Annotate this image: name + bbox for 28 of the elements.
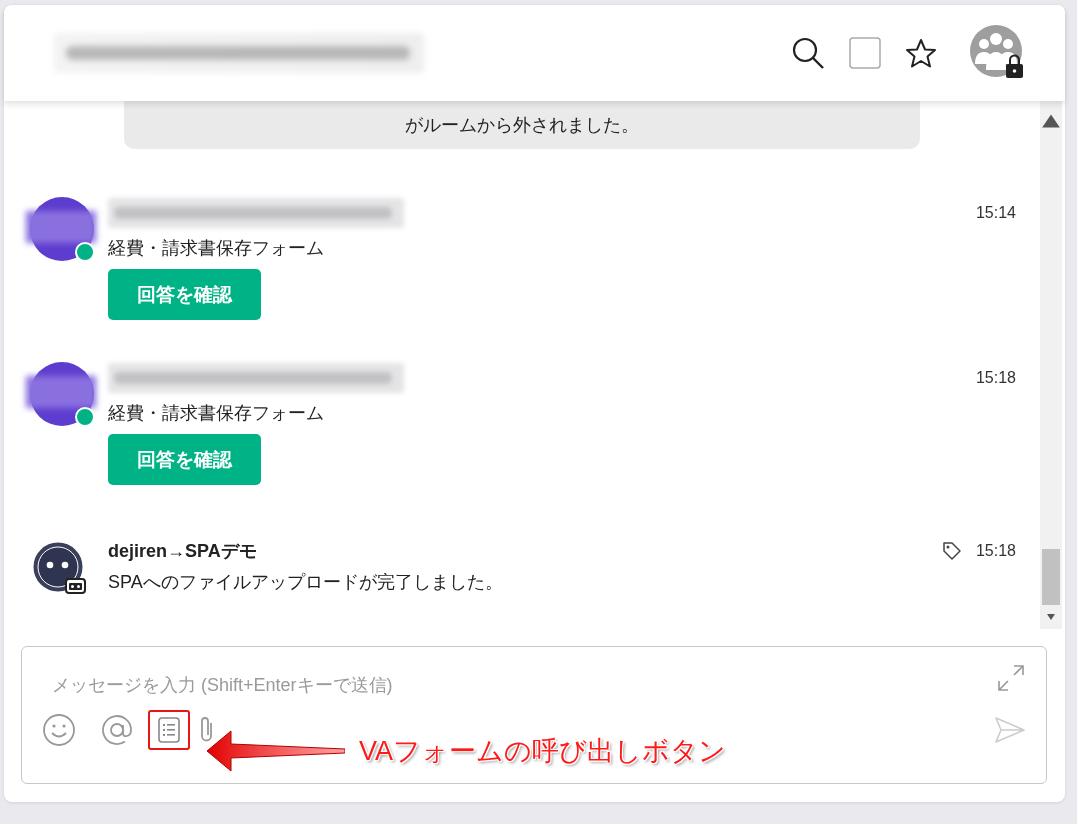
- at-sign-icon[interactable]: [100, 713, 134, 747]
- sender-name: dejiren→SPAデモ: [108, 540, 257, 563]
- list-form-icon: [158, 717, 180, 743]
- scroll-down-icon[interactable]: [1046, 613, 1056, 621]
- square-icon[interactable]: [849, 37, 881, 69]
- message-time: 15:18: [975, 542, 1016, 560]
- scrollbar-thumb[interactable]: [1042, 549, 1060, 605]
- message-time: 15:18: [975, 369, 1016, 387]
- send-icon[interactable]: [994, 716, 1026, 744]
- message-text: 経費・請求書保存フォーム: [108, 402, 324, 425]
- search-icon[interactable]: [791, 36, 825, 70]
- scrollbar[interactable]: [1040, 101, 1062, 629]
- smiley-icon[interactable]: [42, 713, 76, 747]
- blurred-avatar: [26, 197, 96, 261]
- blurred-avatar: [26, 362, 96, 426]
- form-button[interactable]: [158, 717, 180, 743]
- check-answers-button[interactable]: 回答を確認: [108, 434, 261, 485]
- message-text: SPAへのファイルアップロードが完了しました。: [108, 571, 503, 594]
- expand-icon[interactable]: [996, 663, 1026, 693]
- check-answers-button[interactable]: 回答を確認: [108, 269, 261, 320]
- callout-label: VAフォームの呼び出しボタン: [359, 735, 726, 768]
- system-message: がルームから外されました。: [405, 115, 639, 135]
- message-text: 経費・請求書保存フォーム: [108, 237, 324, 260]
- message-input[interactable]: メッセージを入力 (Shift+Enterキーで送信): [52, 661, 996, 696]
- star-icon[interactable]: [905, 38, 937, 68]
- message-time: 15:14: [975, 204, 1016, 222]
- bot-avatar-icon: [32, 541, 88, 597]
- tag-icon[interactable]: [941, 541, 962, 561]
